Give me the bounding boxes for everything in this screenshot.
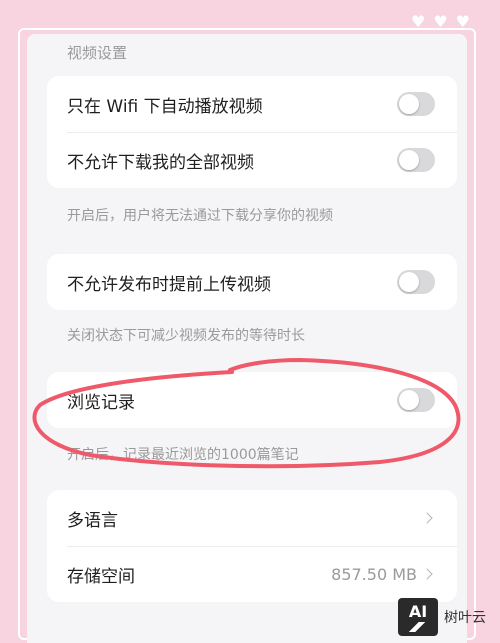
setting-row-wifi-autoplay[interactable]: 只在 Wifi 下自动播放视频 — [47, 76, 457, 132]
setting-row-pre-upload[interactable]: 不允许发布时提前上传视频 — [47, 254, 457, 310]
upload-settings-card: 不允许发布时提前上传视频 — [47, 254, 457, 310]
setting-label: 不允许下载我的全部视频 — [67, 152, 254, 173]
setting-row-disallow-download[interactable]: 不允许下载我的全部视频 — [47, 132, 457, 188]
setting-row-language[interactable]: 多语言 — [47, 490, 457, 546]
settings-screen: 视频设置 只在 Wifi 下自动播放视频 不允许下载我的全部视频 开启后，用户将… — [27, 34, 467, 643]
download-hint: 开启后，用户将无法通过下载分享你的视频 — [67, 208, 333, 224]
disallow-download-toggle[interactable] — [397, 148, 435, 172]
history-settings-card: 浏览记录 — [47, 372, 457, 428]
chevron-right-icon — [421, 568, 433, 580]
setting-row-storage[interactable]: 存储空间 857.50 MB — [47, 546, 457, 602]
upload-hint: 关闭状态下可减少视频发布的等待时长 — [67, 328, 305, 344]
setting-row-browse-history[interactable]: 浏览记录 — [47, 372, 457, 428]
watermark-text: 树叶云 — [444, 610, 486, 626]
general-settings-card: 多语言 存储空间 857.50 MB — [47, 490, 457, 602]
setting-label: 多语言 — [67, 510, 118, 531]
setting-label: 浏览记录 — [67, 392, 135, 413]
heart-decorations: ♥ ♥ ♥ — [411, 14, 470, 30]
heart-icon: ♥ — [410, 12, 426, 31]
storage-value: 857.50 MB — [331, 564, 417, 584]
video-settings-card: 只在 Wifi 下自动播放视频 不允许下载我的全部视频 — [47, 76, 457, 188]
wifi-autoplay-toggle[interactable] — [397, 92, 435, 116]
watermark: AI 树叶云 — [398, 598, 486, 636]
setting-label: 不允许发布时提前上传视频 — [67, 274, 271, 295]
setting-label: 存储空间 — [67, 566, 135, 587]
pre-upload-toggle[interactable] — [397, 270, 435, 294]
setting-label: 只在 Wifi 下自动播放视频 — [67, 96, 263, 117]
watermark-logo: AI — [398, 598, 438, 636]
section-title: 视频设置 — [67, 44, 128, 62]
heart-icon: ♥ — [433, 12, 448, 31]
browse-history-toggle[interactable] — [397, 388, 435, 412]
history-hint: 开启后，记录最近浏览的1000篇笔记 — [67, 447, 299, 463]
chevron-right-icon — [421, 512, 433, 524]
heart-icon: ♥ — [455, 12, 470, 31]
